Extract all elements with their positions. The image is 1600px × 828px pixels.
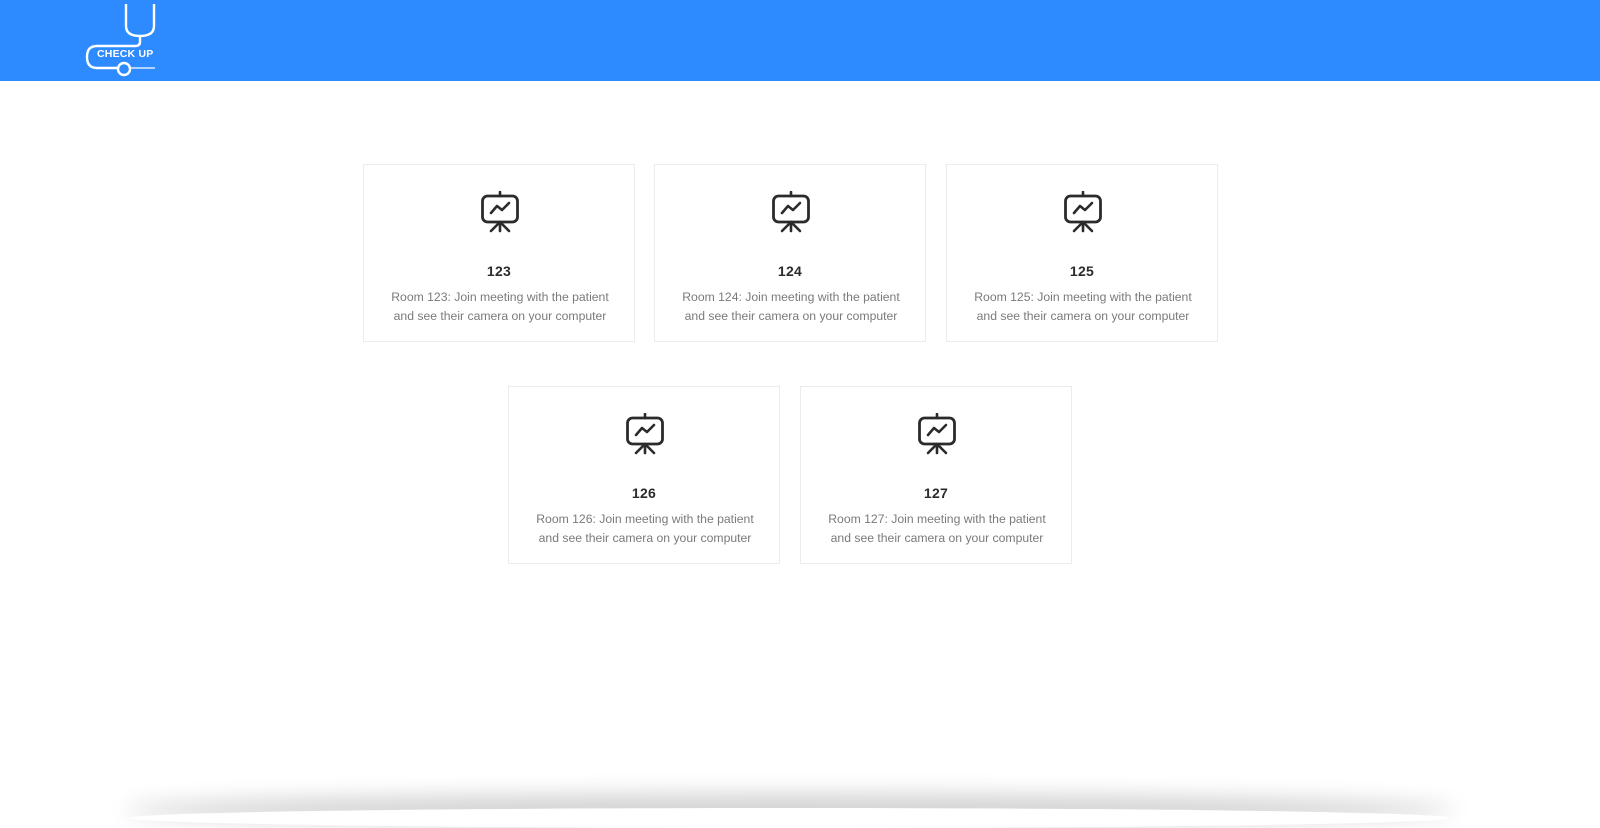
room-card-124[interactable]: 124 Room 124: Join meeting with the pati… [654,164,926,342]
room-description: Room 125: Join meeting with the patient … [974,290,1192,323]
room-number: 123 [486,263,512,279]
room-number: 127 [923,485,949,501]
top-header: CHECK UP [0,0,1600,81]
check-up-logo[interactable]: CHECK UP [85,2,165,78]
presentation-board-icon [772,191,810,233]
presentation-board-icon [918,413,956,455]
logo-text: CHECK UP [97,48,154,60]
room-card-126[interactable]: 126 Room 126: Join meeting with the pati… [508,386,780,564]
room-number: 126 [631,485,657,501]
presentation-board-icon [626,413,664,455]
room-card-127[interactable]: 127 Room 127: Join meeting with the pati… [800,386,1072,564]
room-card-123[interactable]: 123 Room 123: Join meeting with the pati… [363,164,635,342]
room-description: Room 127: Join meeting with the patient … [828,512,1046,545]
room-card-125[interactable]: 125 Room 125: Join meeting with the pati… [946,164,1218,342]
bottom-shadow-divider [130,808,1450,828]
room-number: 124 [777,263,803,279]
room-description: Room 124: Join meeting with the patient … [682,290,900,323]
room-number: 125 [1069,263,1095,279]
room-description: Room 126: Join meeting with the patient … [536,512,754,545]
room-description: Room 123: Join meeting with the patient … [391,290,609,323]
presentation-board-icon [1064,191,1102,233]
presentation-board-icon [481,191,519,233]
stethoscope-icon [85,4,156,77]
